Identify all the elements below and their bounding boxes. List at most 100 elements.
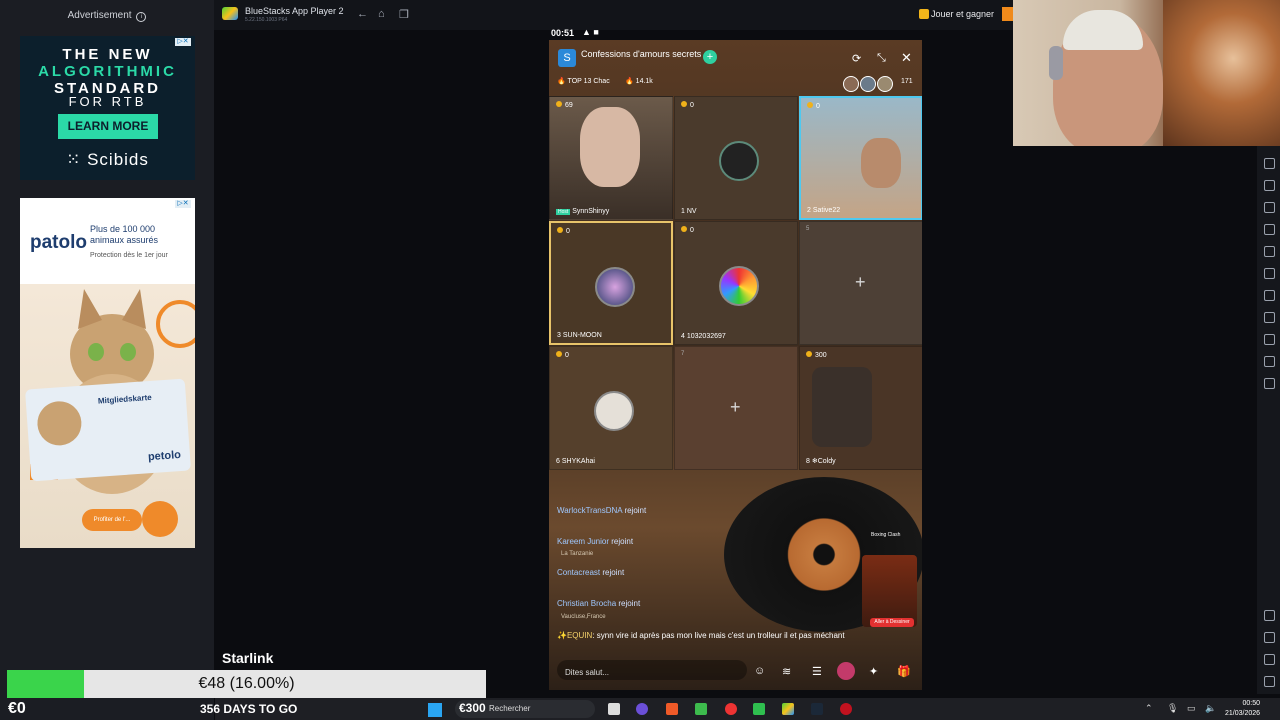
mic-icon[interactable]: 🎙	[1167, 703, 1178, 714]
clock-time: 00:50	[1242, 700, 1261, 707]
room-name[interactable]: Confessions d'amours secrets	[581, 49, 701, 59]
app-icon[interactable]	[636, 703, 648, 715]
chat-user[interactable]: Kareem Junior	[557, 537, 609, 546]
toolbar-icon[interactable]	[1264, 180, 1275, 191]
steam-icon[interactable]	[811, 703, 823, 715]
viewer-avatar[interactable]	[860, 76, 876, 92]
streamer-label: Starlink	[222, 650, 274, 666]
chat-location: Vaucluse,France	[561, 614, 606, 620]
seat-6[interactable]: 0 6 SHYKAhai	[549, 346, 673, 470]
gift-icon[interactable]: 🎁	[897, 665, 911, 678]
seat-4[interactable]: 0 4 1032032697	[674, 221, 798, 345]
info-icon[interactable]: i	[136, 12, 147, 22]
toolbar-icon[interactable]	[1264, 334, 1275, 345]
display-icon[interactable]: ▭	[1187, 703, 1196, 714]
toolbar-icon[interactable]	[1264, 268, 1275, 279]
game-cta-button[interactable]: Aller à Dessiner	[870, 618, 914, 627]
task-view-icon[interactable]	[608, 703, 620, 715]
brave-icon[interactable]	[666, 703, 678, 715]
message-input[interactable]: Dites salut...	[565, 668, 609, 677]
room-avatar[interactable]: S	[558, 49, 576, 67]
add-seat-icon[interactable]: +	[855, 272, 866, 293]
streamer-cap	[1063, 10, 1143, 50]
emoji-icon[interactable]: ☺	[754, 665, 765, 677]
rank-badge[interactable]: 🔥 TOP 13 Chac	[557, 77, 610, 89]
scibids-ad[interactable]: ▷✕ THE NEW ALGORITHMIC STANDARD FOR RTB …	[20, 36, 195, 180]
seat-5-empty[interactable]: 5 +	[799, 221, 922, 345]
member-card: Mitgliedskarte petolo	[24, 378, 192, 482]
seat-coin-value: 300	[815, 352, 827, 359]
close-icon[interactable]: ✕	[901, 50, 912, 66]
window-title: BlueStacks App Player 2	[245, 6, 344, 16]
app-icon[interactable]	[725, 703, 737, 715]
rocket-icon[interactable]: ✦	[869, 665, 878, 678]
app-icon[interactable]	[753, 703, 765, 715]
toolbar-icon[interactable]	[1264, 378, 1275, 389]
toolbar-icon[interactable]	[1264, 246, 1275, 257]
chat-user[interactable]: Contacreast	[557, 568, 600, 577]
seat-coin-value: 69	[565, 102, 573, 109]
toolbar-icon[interactable]	[1264, 356, 1275, 367]
toolbar-icon[interactable]	[1264, 158, 1275, 169]
app-icon[interactable]	[840, 703, 852, 715]
seat-coin-value: 0	[816, 103, 820, 110]
seat-8[interactable]: 300 8 ❄Coldy	[799, 346, 922, 470]
seat-index: 2	[807, 207, 811, 214]
ad-cta-button[interactable]: Profiter de l'...	[82, 509, 142, 531]
bluestacks-taskbar-icon[interactable]	[782, 703, 794, 715]
seat-name-text: SUN-MOON	[562, 332, 602, 339]
status-time: 00:51	[551, 28, 575, 38]
viewer-count[interactable]: 171	[901, 78, 913, 85]
seat-3[interactable]: 0 3 SUN-MOON	[549, 221, 673, 345]
seat-1[interactable]: 0 1 NV	[674, 96, 798, 220]
participant-video	[861, 138, 901, 188]
adchoices-icon[interactable]: ▷✕	[175, 38, 191, 46]
dots-icon: ⁙	[66, 150, 88, 169]
back-icon[interactable]: ←	[357, 8, 368, 20]
follow-button[interactable]: +	[703, 50, 717, 64]
toolbar-icon[interactable]	[1264, 202, 1275, 213]
chat-user[interactable]: Christian Brocha	[557, 599, 616, 608]
audio-icon[interactable]: ≋	[782, 665, 791, 678]
toolbar-icon[interactable]	[1264, 312, 1275, 323]
seat-index: 7	[681, 351, 685, 357]
seat-7-empty[interactable]: 7 +	[674, 346, 798, 470]
speaker-icon[interactable]: 🔈	[1205, 703, 1216, 714]
coin-icon	[681, 226, 687, 232]
share-icon[interactable]: ⟳	[852, 52, 861, 65]
app-icon[interactable]	[695, 703, 707, 715]
game-card[interactable]	[862, 555, 917, 627]
toolbar-icon[interactable]	[1264, 290, 1275, 301]
chat-user[interactable]: WarlockTransDNA	[557, 506, 622, 515]
chat-message-user[interactable]: ✨EQUIN	[557, 631, 592, 640]
home-icon[interactable]	[1264, 654, 1275, 665]
chevron-up-icon[interactable]: ⌃	[1145, 703, 1153, 714]
minimize-icon[interactable]: ⤡	[877, 52, 886, 65]
windows-start-icon[interactable]	[428, 703, 442, 717]
viewer-avatar[interactable]	[877, 76, 893, 92]
settings-icon[interactable]	[1264, 610, 1275, 621]
game-icon[interactable]	[837, 662, 855, 680]
play-and-win-button[interactable]: Jouer et gagner	[931, 9, 994, 19]
home-icon[interactable]: ⌂	[378, 8, 385, 20]
back-icon[interactable]	[1264, 632, 1275, 643]
system-clock[interactable]: 00:50 21/03/2026	[1225, 699, 1260, 719]
fire-icon: 🔥	[557, 78, 568, 85]
add-seat-icon[interactable]: +	[730, 397, 741, 418]
recent-apps-icon[interactable]	[1264, 676, 1275, 687]
menu-icon[interactable]: ☰	[812, 665, 822, 678]
adchoices-icon[interactable]: ▷✕	[175, 200, 191, 208]
seat-coins: 300	[806, 351, 827, 359]
goal-text: €48 (16.00%)	[198, 675, 295, 692]
patolo-ad[interactable]: ▷✕ patolo Plus de 100 000 animaux assuré…	[20, 198, 195, 548]
learn-more-button[interactable]: LEARN MORE	[58, 114, 158, 139]
chat-location: La Tanzanie	[561, 551, 594, 557]
viewer-avatar[interactable]	[843, 76, 859, 92]
seat-coins: 69	[556, 101, 573, 109]
seat-2[interactable]: 0 2 Sative22	[799, 96, 922, 220]
clock-date: 21/03/2026	[1225, 710, 1261, 717]
seat-host[interactable]: 69 Host SynnShinyy	[549, 96, 673, 220]
toolbar-icon[interactable]	[1264, 224, 1275, 235]
chat-message: ✨EQUIN: synn vire id après pas mon live …	[557, 630, 847, 641]
recent-apps-icon[interactable]: ❐	[399, 8, 409, 21]
